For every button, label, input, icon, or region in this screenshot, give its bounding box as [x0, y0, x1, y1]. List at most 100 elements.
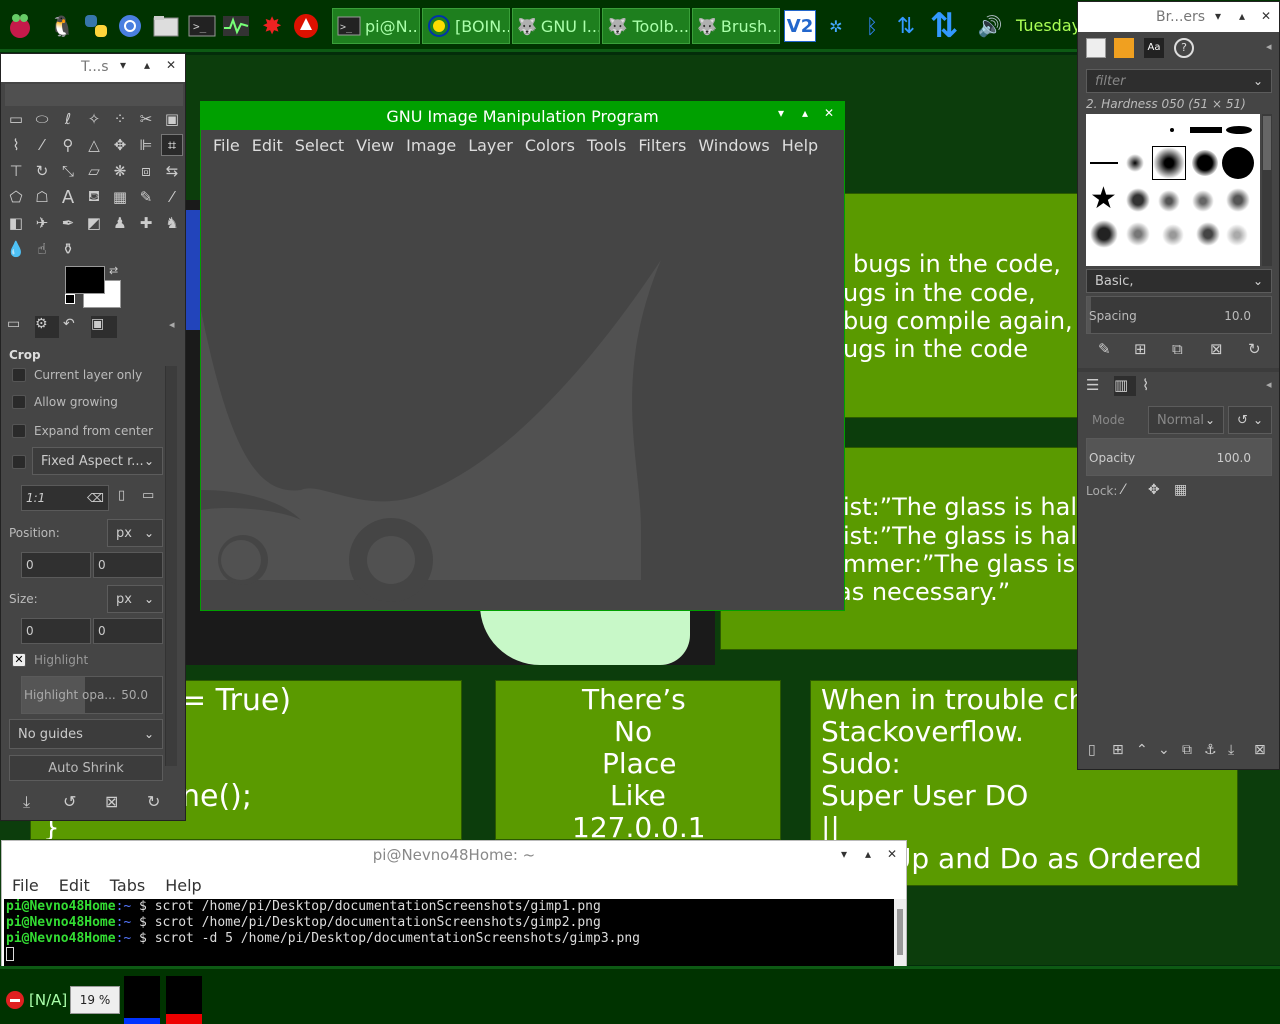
color-picker-icon[interactable]: ⁄: [31, 134, 53, 156]
cpu-monitor-icon[interactable]: [220, 10, 252, 42]
spacing-slider[interactable]: Spacing 10.0: [1086, 296, 1272, 334]
delete-layer-icon[interactable]: ⊠: [1254, 742, 1266, 758]
browser-icon[interactable]: 🐧: [46, 10, 78, 42]
lock-position-icon[interactable]: ✥: [1148, 482, 1160, 498]
brush-thumb[interactable]: [1162, 224, 1184, 246]
menu-item-help[interactable]: Help: [155, 876, 211, 895]
mypaint-brush-icon[interactable]: ◩: [83, 212, 105, 234]
raise-layer-icon[interactable]: ⌃: [1136, 742, 1148, 758]
flip-icon[interactable]: ⇆: [161, 160, 183, 182]
menu-item-help[interactable]: Help: [776, 136, 824, 155]
raspberry-menu-icon[interactable]: [4, 10, 36, 42]
landscape-icon[interactable]: ▭: [142, 488, 154, 503]
terminal-output[interactable]: pi@Nevno48Home:~ $ scrot /home/pi/Deskto…: [4, 899, 894, 967]
channels-tab[interactable]: ▥: [1114, 376, 1136, 396]
clear-icon[interactable]: ⌫: [87, 491, 104, 505]
taskbar-task[interactable]: 🐺 Toolb...: [602, 8, 690, 44]
allow-growing-checkbox[interactable]: [12, 395, 26, 409]
restore-options-icon[interactable]: ↺: [63, 792, 76, 811]
brushes-titlebar[interactable]: Br...ers ▾ ▴ ✕: [1078, 2, 1279, 32]
menu-item-edit[interactable]: Edit: [246, 136, 289, 155]
brush-thumb[interactable]: [1158, 190, 1180, 212]
position-x-input[interactable]: 0: [21, 552, 91, 578]
chevron-down-icon[interactable]: ▾: [1210, 9, 1226, 23]
fixed-aspect-dropdown[interactable]: Fixed Aspect r... ⌄: [32, 447, 163, 475]
wolfram-icon[interactable]: [290, 10, 322, 42]
merge-layer-icon[interactable]: ⤓: [1228, 742, 1234, 758]
text-icon[interactable]: A: [57, 186, 79, 208]
brush-thumb[interactable]: [1126, 154, 1144, 172]
align-icon[interactable]: ⊫: [135, 134, 157, 156]
brush-preset-dropdown[interactable]: Basic, ⌄: [1086, 269, 1272, 293]
brush-thumb[interactable]: [1196, 222, 1220, 246]
rect-select-icon[interactable]: ▭: [5, 108, 27, 130]
clone-icon[interactable]: ♟: [109, 212, 131, 234]
delete-options-icon[interactable]: ⊠: [105, 792, 118, 811]
edit-brush-icon[interactable]: ✎: [1098, 340, 1111, 358]
tab-menu-icon[interactable]: ◂: [1266, 40, 1272, 53]
size-width-input[interactable]: 0: [21, 618, 91, 644]
brush-thumb-selected[interactable]: [1152, 146, 1186, 180]
menu-item-file[interactable]: File: [2, 876, 49, 895]
bluetooth-icon[interactable]: ᛒ: [856, 10, 888, 42]
undo-history-tab[interactable]: ↶: [63, 316, 87, 338]
volume-icon[interactable]: 🔊: [974, 10, 1006, 42]
scale-icon[interactable]: ⤡: [57, 160, 79, 182]
brush-thumb[interactable]: [1090, 162, 1118, 164]
taskbar-task[interactable]: >_ pi@N...: [332, 8, 420, 44]
tab-menu-icon[interactable]: ◂: [169, 318, 175, 331]
airbrush-icon[interactable]: ✈: [31, 212, 53, 234]
brush-thumb[interactable]: [1192, 150, 1218, 176]
brush-thumb[interactable]: [1190, 127, 1222, 133]
opacity-slider[interactable]: Opacity 100.0: [1086, 438, 1272, 476]
terminal-launcher-icon[interactable]: >_: [186, 10, 218, 42]
smudge-icon[interactable]: ☝: [31, 238, 53, 260]
crop-icon[interactable]: ⌗: [161, 134, 183, 156]
brush-thumb[interactable]: [1226, 224, 1248, 246]
dock-separator[interactable]: [1078, 368, 1279, 372]
refresh-brushes-icon[interactable]: ↻: [1248, 340, 1261, 358]
perspective-clone-icon[interactable]: ♞: [161, 212, 183, 234]
wilber-drop-zone[interactable]: [5, 84, 183, 106]
perspective-icon[interactable]: ⧈: [135, 160, 157, 182]
handle-transform-icon[interactable]: ☖: [31, 186, 53, 208]
swap-colors-icon[interactable]: ⇄: [109, 264, 118, 277]
network-icon[interactable]: ⇅: [890, 10, 922, 42]
scrollbar-thumb[interactable]: [897, 909, 903, 955]
chevron-down-icon[interactable]: ▾: [773, 106, 789, 120]
paths-tab[interactable]: ⌇: [1142, 376, 1164, 396]
anchor-layer-icon[interactable]: ⚓: [1204, 742, 1217, 758]
stop-icon[interactable]: [6, 991, 24, 1009]
brush-thumb[interactable]: [1192, 190, 1214, 212]
duplicate-brush-icon[interactable]: ⧉: [1172, 340, 1183, 358]
rotate-icon[interactable]: ↻: [31, 160, 53, 182]
position-y-input[interactable]: 0: [93, 552, 163, 578]
fuzzy-select-icon[interactable]: ✧: [83, 108, 105, 130]
dodge-burn-icon[interactable]: ⚱: [57, 238, 79, 260]
images-tab[interactable]: ▣: [91, 316, 117, 338]
portrait-icon[interactable]: ▯: [118, 488, 125, 503]
duplicate-layer-icon[interactable]: ⧉: [1182, 742, 1192, 758]
expand-from-center-checkbox[interactable]: [12, 424, 26, 438]
lock-alpha-icon[interactable]: ▦: [1174, 482, 1187, 498]
menu-item-colors[interactable]: Colors: [519, 136, 581, 155]
warp-icon[interactable]: ❋: [109, 160, 131, 182]
chevron-down-icon[interactable]: ▾: [115, 58, 131, 72]
layers-tab[interactable]: ☰: [1086, 376, 1108, 396]
close-icon[interactable]: ✕: [821, 106, 837, 120]
layer-mode-dropdown[interactable]: Normal ⌄: [1148, 406, 1224, 434]
menu-item-image[interactable]: Image: [400, 136, 462, 155]
new-brush-icon[interactable]: ⊞: [1134, 340, 1147, 358]
ellipse-select-icon[interactable]: ⬭: [31, 108, 53, 130]
terminal-scrollbar[interactable]: [894, 899, 906, 967]
select-by-color-icon[interactable]: ⁘: [109, 108, 131, 130]
position-unit-dropdown[interactable]: px ⌄: [107, 519, 163, 547]
maximize-icon[interactable]: ▴: [860, 847, 876, 861]
scrollbar[interactable]: [165, 366, 177, 766]
cpu-usage-badge[interactable]: 19 %: [70, 986, 120, 1014]
menu-item-tools[interactable]: Tools: [581, 136, 632, 155]
toolbox-titlebar[interactable]: T...s ▾ ▴ ✕: [1, 54, 185, 82]
unified-transform-icon[interactable]: ⊤: [5, 160, 27, 182]
brush-thumb[interactable]: ★: [1090, 184, 1117, 214]
maximize-icon[interactable]: ▴: [797, 106, 813, 120]
